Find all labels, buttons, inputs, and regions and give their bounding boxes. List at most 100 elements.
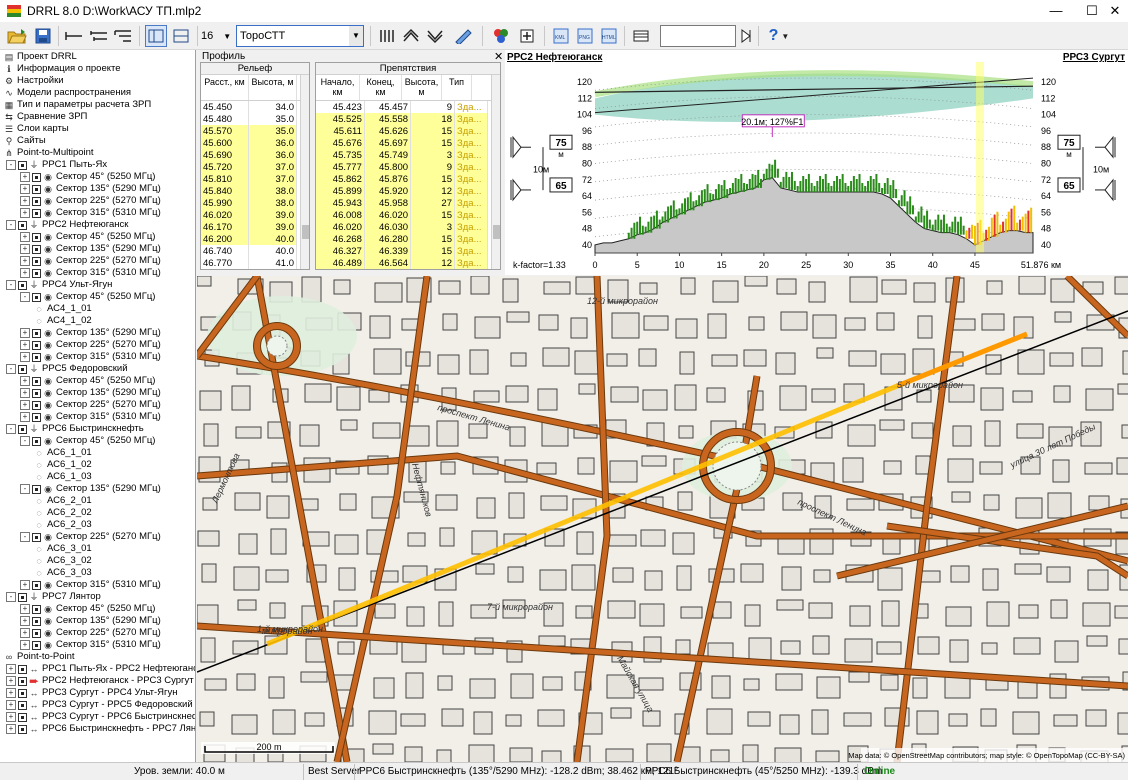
tree-item[interactable]: + ◉ Сектор 45° (5250 МГц) (20, 375, 155, 387)
checkbox[interactable] (32, 412, 41, 422)
checkbox[interactable] (32, 292, 41, 302)
obstacle-scrollbar[interactable] (491, 75, 500, 269)
tree-item[interactable]: + ◉ Сектор 45° (5250 МГц) (20, 171, 155, 183)
tree-item[interactable]: ◌ АС6_3_01 (34, 543, 91, 555)
table-row[interactable]: 46.268 46.280 15 Зда... (316, 233, 488, 245)
help-icon[interactable]: ? ▼ (764, 25, 794, 47)
expand-icon[interactable]: + (20, 604, 30, 614)
expand-icon[interactable]: + (20, 340, 30, 350)
expand-icon[interactable]: - (20, 484, 30, 494)
table-row[interactable]: 45.611 45.626 15 Зда... (316, 125, 488, 137)
expand-icon[interactable]: + (20, 640, 30, 650)
tree-item[interactable]: + ◉ Сектор 135° (5290 МГц) (20, 327, 161, 339)
expand-icon[interactable]: + (20, 352, 30, 362)
expand-icon[interactable]: + (20, 400, 30, 410)
expand-icon[interactable]: - (6, 592, 16, 602)
expand-icon[interactable]: + (6, 724, 16, 734)
tree-item[interactable]: ⚲ Сайты (4, 135, 46, 147)
table-row[interactable]: 46.770 41.0 (201, 257, 297, 269)
expand-icon[interactable]: + (20, 616, 30, 626)
tree-item[interactable]: + ◉ Сектор 225° (5270 МГц) (20, 255, 161, 267)
add-layer-icon[interactable] (516, 25, 538, 47)
tree-item[interactable]: + ◉ Сектор 135° (5290 МГц) (20, 243, 161, 255)
tree-item[interactable]: + ◉ Сектор 225° (5270 МГц) (20, 339, 161, 351)
relief-column-header[interactable]: Расст., км (201, 75, 249, 100)
tree-item[interactable]: + ◉ Сектор 225° (5270 МГц) (20, 627, 161, 639)
tree-item[interactable]: + ◉ Сектор 45° (5250 МГц) (20, 231, 155, 243)
scale-dropdown[interactable]: 16 ▼ (201, 25, 233, 47)
map-svg[interactable]: 12-й микрорайон5-й микрорайонпроспект Ле… (197, 276, 1128, 762)
relief-column-header[interactable]: Высота, м (249, 75, 297, 100)
expand-icon[interactable]: + (20, 628, 30, 638)
checkbox[interactable] (32, 172, 41, 182)
table-row[interactable]: 45.570 35.0 (201, 125, 297, 137)
obstacle-column-header[interactable]: Начало, км (316, 75, 360, 100)
split-vertical-icon[interactable] (145, 25, 167, 47)
table-row[interactable]: 45.990 38.0 (201, 197, 297, 209)
checkbox[interactable] (32, 532, 41, 542)
checkbox[interactable] (18, 364, 27, 374)
obstacle-column-header[interactable]: Высота, м (402, 75, 442, 100)
tree-item[interactable]: + ↔ РРС6 Быстринскнефть - РРС7 Лянтор (6, 723, 195, 735)
table-view-icon[interactable] (630, 25, 652, 47)
tree-item[interactable]: + ➨ РРС2 Нефтеюганск - РРС3 Сургут (6, 675, 194, 687)
table-row[interactable]: 46.170 39.0 (201, 221, 297, 233)
table-row[interactable]: 46.020 46.030 3 Зда... (316, 221, 488, 233)
up-arrow-icon[interactable] (400, 25, 422, 47)
table-row[interactable]: 45.840 38.0 (201, 185, 297, 197)
tree-item[interactable]: + ◉ Сектор 45° (5250 МГц) (20, 603, 155, 615)
obstacle-column-header[interactable]: Конец, км (360, 75, 402, 100)
tree-item[interactable]: - ◉ Сектор 45° (5250 МГц) (20, 435, 155, 447)
checkbox[interactable] (32, 604, 41, 614)
table-row[interactable]: 46.200 40.0 (201, 233, 297, 245)
split-horizontal-icon[interactable] (170, 25, 192, 47)
go-arrow-icon[interactable] (738, 25, 754, 47)
table-row[interactable]: 46.008 46.020 15 Зда... (316, 209, 488, 221)
expand-icon[interactable]: - (6, 424, 16, 434)
checkbox[interactable] (32, 376, 41, 386)
checkbox[interactable] (18, 724, 27, 734)
tree-tool-icon[interactable] (112, 25, 134, 47)
checkbox[interactable] (32, 400, 41, 410)
checkbox[interactable] (18, 688, 27, 698)
tree-item[interactable]: ◌ АС4_1_02 (34, 315, 91, 327)
checkbox[interactable] (18, 700, 27, 710)
checkbox[interactable] (32, 328, 41, 338)
checkbox[interactable] (32, 196, 41, 206)
tree-item[interactable]: + ◉ Сектор 315° (5310 МГц) (20, 639, 161, 651)
tree-item[interactable]: + ◉ Сектор 315° (5310 МГц) (20, 579, 161, 591)
expand-icon[interactable]: + (6, 676, 16, 686)
tree-item[interactable]: - ◉ Сектор 45° (5250 МГц) (20, 291, 155, 303)
checkbox[interactable] (18, 676, 27, 686)
tree-item[interactable]: - ⏚ РРС4 Ульт-Ягун (6, 279, 112, 291)
expand-icon[interactable]: - (6, 280, 16, 290)
table-row[interactable]: 46.020 39.0 (201, 209, 297, 221)
expand-icon[interactable]: + (20, 388, 30, 398)
tree-item[interactable]: ℹ Информация о проекте (4, 63, 120, 75)
expand-icon[interactable]: + (6, 688, 16, 698)
save-icon[interactable] (32, 25, 54, 47)
tree-item[interactable]: ◌ АС4_1_01 (34, 303, 91, 315)
close-button[interactable]: ✕ (1097, 0, 1128, 22)
tree-item[interactable]: ▦ Тип и параметры расчета ЗРП (4, 99, 151, 111)
tree-item[interactable]: ◌ АС6_2_01 (34, 495, 91, 507)
table-row[interactable]: 46.489 46.564 12 Зда... (316, 257, 488, 269)
profile-view-icon[interactable] (376, 25, 398, 47)
export-kml-icon[interactable]: KML (550, 25, 572, 47)
tree-item[interactable]: + ◉ Сектор 315° (5310 МГц) (20, 411, 161, 423)
tree-item[interactable]: ☰ Слои карты (4, 123, 69, 135)
tree-item[interactable]: ◌ АС6_1_01 (34, 447, 91, 459)
tree-item[interactable]: - ⏚ РРС6 Быстринскнефть (6, 423, 144, 435)
table-row[interactable]: 45.450 34.0 (201, 101, 297, 113)
down-arrow-icon[interactable] (424, 25, 446, 47)
table-row[interactable]: 45.676 45.697 15 Зда... (316, 137, 488, 149)
table-row[interactable]: 45.423 45.457 9 Зда... (316, 101, 488, 113)
table-row[interactable]: 45.735 45.749 3 Зда... (316, 149, 488, 161)
relief-scrollbar[interactable] (300, 75, 309, 269)
checkbox[interactable] (18, 712, 27, 722)
expand-icon[interactable]: + (20, 328, 30, 338)
tree-item[interactable]: ∞ Point-to-Point (4, 651, 75, 663)
checkbox[interactable] (32, 484, 41, 494)
expand-icon[interactable]: + (20, 184, 30, 194)
tree-item[interactable]: + ◉ Сектор 315° (5310 МГц) (20, 207, 161, 219)
